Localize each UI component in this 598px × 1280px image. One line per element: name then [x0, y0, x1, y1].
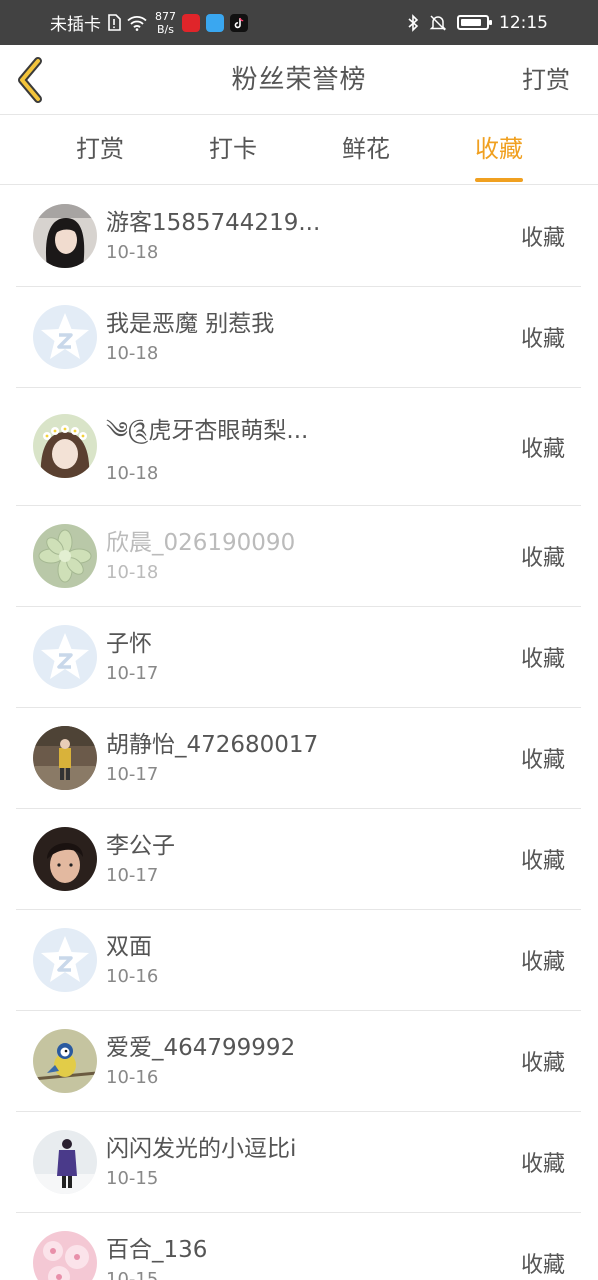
avatar [33, 928, 97, 992]
status-bar: 未插卡 877 B/s 12:15 [0, 0, 598, 45]
user-name: 百合_136 [106, 1237, 208, 1263]
boy-photo-avatar [33, 827, 97, 891]
avatar [33, 827, 97, 891]
avatar [33, 414, 97, 478]
collect-label: 收藏 [520, 1253, 565, 1278]
favorite-date: 10-16 [106, 1067, 159, 1088]
favorite-date: 10-18 [106, 242, 159, 263]
collect-label: 收藏 [520, 226, 565, 251]
collect-label: 收藏 [520, 546, 565, 571]
chevron-left-icon [18, 57, 42, 103]
page-title: 粉丝荣誉榜 [231, 65, 367, 95]
user-name: 欣晨_026190090 [106, 530, 296, 556]
avatar [33, 1231, 97, 1280]
favorite-date: 10-17 [106, 663, 159, 684]
speed-value: 877 [155, 9, 176, 23]
avatar [33, 204, 97, 268]
user-name: 闪闪发光的小逗比i [106, 1136, 297, 1162]
collect-label: 收藏 [520, 849, 565, 874]
collect-label: 收藏 [520, 748, 565, 773]
bird-photo-avatar [33, 1029, 97, 1093]
girl-photo-avatar [33, 204, 97, 268]
list-item[interactable]: 百合_136 10-15 收藏 [16, 1213, 581, 1280]
carrier-text: 未插卡 [50, 15, 101, 35]
avatar [33, 305, 97, 369]
list-item[interactable]: 李公子 10-17 收藏 [16, 809, 581, 910]
speed-unit: B/s [157, 22, 174, 36]
user-name: 双面 [106, 934, 152, 960]
user-name: 游客1585744219... [106, 210, 321, 236]
qq-app-icon [206, 13, 224, 32]
user-name: 李公子 [106, 833, 175, 859]
user-name: 爱爱_464799992 [106, 1035, 296, 1061]
favorite-date: 10-16 [106, 966, 159, 987]
avatar [33, 524, 97, 588]
list-item[interactable]: 爱爱_464799992 10-16 收藏 [16, 1011, 581, 1112]
favorite-date: 10-15 [106, 1168, 159, 1189]
list-item[interactable]: 胡静怡_472680017 10-17 收藏 [16, 708, 581, 809]
collect-label: 收藏 [520, 436, 565, 462]
network-speed: 877 B/s [155, 10, 176, 36]
pink-blossom-photo-avatar [33, 1231, 97, 1280]
list-item[interactable]: 子怀 10-17 收藏 [16, 607, 581, 708]
outdoor-photo-avatar [33, 726, 97, 790]
avatar [33, 1029, 97, 1093]
succulent-photo-avatar [33, 524, 97, 588]
favorite-date: 10-17 [106, 764, 159, 785]
collect-label: 收藏 [520, 1152, 565, 1177]
weibo-app-icon [182, 13, 200, 32]
wifi-icon [127, 15, 147, 31]
default-star-avatar-icon [41, 313, 89, 359]
collect-label: 收藏 [520, 647, 565, 672]
tab-flowers[interactable]: 鲜花 [300, 116, 432, 185]
user-name: ༄༊虎牙杏眼萌梨... [106, 418, 309, 444]
avatar [33, 1130, 97, 1194]
app-header: 粉丝荣誉榜 打赏 [0, 45, 598, 115]
tab-label: 鲜花 [342, 135, 390, 163]
default-star-avatar-icon [41, 936, 89, 982]
reward-button[interactable]: 打赏 [522, 45, 570, 115]
list-item[interactable]: ༄༊虎牙杏眼萌梨... 10-18 收藏 [16, 388, 581, 506]
tiktok-app-icon [230, 13, 248, 32]
status-bar-left: 未插卡 877 B/s [50, 0, 248, 45]
back-button[interactable] [12, 55, 52, 105]
collect-label: 收藏 [520, 327, 565, 352]
tab-label: 打卡 [209, 135, 257, 163]
status-bar-right: 12:15 [407, 0, 548, 45]
default-star-avatar-icon [41, 633, 89, 679]
collect-label: 收藏 [520, 1051, 565, 1076]
user-name: 我是恶魔 别惹我 [106, 311, 275, 337]
tab-favorites[interactable]: 收藏 [433, 116, 565, 185]
favorite-date: 10-17 [106, 865, 159, 886]
user-name: 胡静怡_472680017 [106, 732, 319, 758]
user-name: 子怀 [106, 631, 152, 657]
tab-reward[interactable]: 打赏 [34, 116, 166, 185]
favorite-date: 10-18 [106, 463, 159, 484]
bluetooth-icon [408, 13, 419, 32]
favorite-date: 10-18 [106, 562, 159, 583]
tab-checkin[interactable]: 打卡 [167, 116, 299, 185]
tab-label: 收藏 [475, 116, 523, 182]
sim-icon [108, 14, 121, 31]
tab-bar: 打赏 打卡 鲜花 收藏 [0, 116, 598, 185]
mute-bell-icon [429, 14, 447, 31]
favorite-date: 10-18 [106, 343, 159, 364]
list-item[interactable]: 双面 10-16 收藏 [16, 910, 581, 1011]
list-item[interactable]: 欣晨_026190090 10-18 收藏 [16, 506, 581, 607]
list-item[interactable]: 闪闪发光的小逗比i 10-15 收藏 [16, 1112, 581, 1213]
collect-label: 收藏 [520, 950, 565, 975]
battery-level [461, 19, 481, 26]
flower-crown-photo-avatar [33, 414, 97, 478]
list-item[interactable]: 游客1585744219... 10-18 收藏 [16, 186, 581, 287]
avatar [33, 726, 97, 790]
battery-icon [457, 15, 492, 30]
avatar [33, 625, 97, 689]
tab-label: 打赏 [76, 135, 124, 163]
snow-person-photo-avatar [33, 1130, 97, 1194]
favorite-date: 10-15 [106, 1269, 159, 1280]
fan-list: 游客1585744219... 10-18 收藏 我是恶魔 别惹我 10-18 … [16, 186, 581, 1280]
clock: 12:15 [499, 12, 548, 33]
list-item[interactable]: 我是恶魔 别惹我 10-18 收藏 [16, 287, 581, 388]
